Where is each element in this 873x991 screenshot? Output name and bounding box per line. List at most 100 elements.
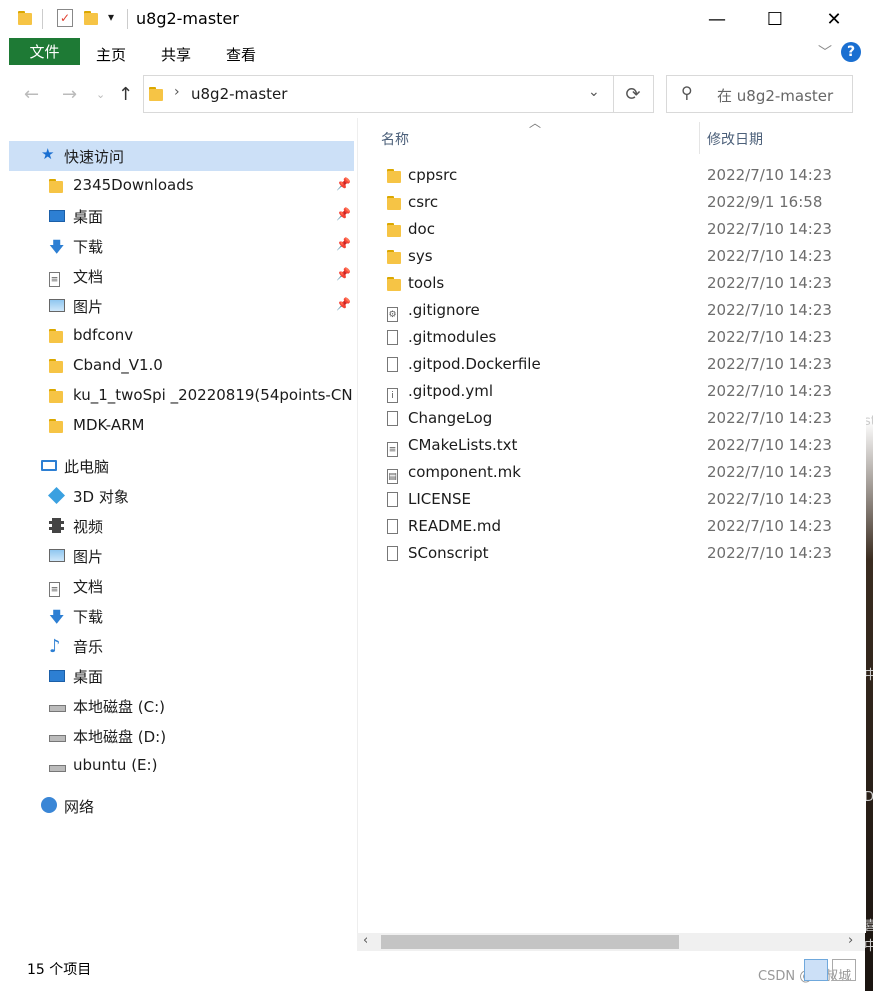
scroll-left-icon[interactable]: ‹: [363, 933, 368, 948]
new-folder-icon[interactable]: [84, 10, 98, 29]
nav-item[interactable]: 视频: [9, 511, 354, 541]
documents-icon: ≡: [49, 272, 60, 287]
videos-icon: [49, 518, 64, 533]
tab-share[interactable]: 共享: [161, 44, 191, 65]
search-icon: ⚲: [681, 83, 693, 102]
properties-icon[interactable]: ✓: [57, 9, 73, 27]
file-icon-wrapper: [387, 546, 398, 565]
address-bar[interactable]: › u8g2-master ⌄: [143, 75, 614, 113]
file-row[interactable]: ≡ CMakeLists.txt 2022/7/10 14:23: [378, 432, 863, 459]
details-view-button[interactable]: [804, 959, 828, 981]
folder-icon: [49, 388, 63, 403]
tab-home[interactable]: 主页: [96, 44, 126, 65]
folder-icon: [49, 358, 63, 373]
makefile-icon: ▤: [387, 469, 398, 484]
nav-item[interactable]: 图片 📌: [9, 291, 354, 321]
file-icon-wrapper: ▤: [387, 465, 398, 484]
nav-label: 图片: [73, 548, 104, 566]
chevron-right-icon[interactable]: ›: [174, 84, 180, 100]
scroll-right-icon[interactable]: ›: [848, 933, 853, 948]
column-header-date[interactable]: 修改日期: [707, 129, 763, 149]
nav-item[interactable]: bdfconv: [9, 321, 354, 351]
ribbon-expand-icon[interactable]: ﹀: [818, 42, 832, 62]
nav-label: 快速访问: [64, 148, 125, 166]
forward-button[interactable]: →: [62, 84, 77, 105]
nav-item[interactable]: ≡ 文档 📌: [9, 261, 354, 291]
address-path[interactable]: u8g2-master: [191, 85, 287, 103]
refresh-button[interactable]: ⟳: [613, 75, 654, 113]
nav-item[interactable]: Cband_V1.0: [9, 351, 354, 381]
file-row[interactable]: .gitpod.Dockerfile 2022/7/10 14:23: [378, 351, 863, 378]
nav-icon-wrapper: [49, 388, 63, 407]
pin-icon[interactable]: 📌: [336, 177, 351, 191]
nav-item[interactable]: 本地磁盘 (D:): [9, 721, 354, 751]
nav-item[interactable]: 桌面 📌: [9, 201, 354, 231]
nav-item[interactable]: ≡ 文档: [9, 571, 354, 601]
horizontal-scrollbar[interactable]: ‹ ›: [357, 933, 865, 951]
recent-locations-icon[interactable]: ⌄: [96, 88, 105, 101]
status-bar: 15 个项目 CSDN @五叔城: [0, 953, 865, 991]
back-button[interactable]: ←: [24, 84, 39, 105]
nav-item[interactable]: 🡇 下载: [9, 601, 354, 631]
nav-item[interactable]: ♪ 音乐: [9, 631, 354, 661]
close-button[interactable]: ✕: [805, 0, 863, 38]
nav-item[interactable]: MDK-ARM: [9, 411, 354, 441]
file-row[interactable]: ▤ component.mk 2022/7/10 14:23: [378, 459, 863, 486]
nav-label: 网络: [64, 798, 95, 816]
nav-network[interactable]: 网络: [9, 791, 354, 821]
pin-icon[interactable]: 📌: [336, 267, 351, 281]
large-icons-view-button[interactable]: [832, 959, 856, 981]
file-row[interactable]: tools 2022/7/10 14:23: [378, 270, 863, 297]
pin-icon[interactable]: 📌: [336, 297, 351, 311]
nav-quick-access[interactable]: ★ 快速访问: [9, 141, 354, 171]
column-divider[interactable]: [699, 122, 700, 154]
nav-item[interactable]: ubuntu (E:): [9, 751, 354, 781]
sort-up-icon: ︿: [529, 116, 542, 130]
nav-icon-wrapper: [49, 518, 64, 537]
up-button[interactable]: ↑: [118, 84, 133, 105]
nav-item[interactable]: 本地磁盘 (C:): [9, 691, 354, 721]
file-row[interactable]: csrc 2022/9/1 16:58: [378, 189, 863, 216]
file-row[interactable]: cppsrc 2022/7/10 14:23: [378, 162, 863, 189]
file-row[interactable]: ChangeLog 2022/7/10 14:23: [378, 405, 863, 432]
help-icon[interactable]: ?: [841, 42, 861, 62]
file-row[interactable]: .gitmodules 2022/7/10 14:23: [378, 324, 863, 351]
nav-item[interactable]: 桌面: [9, 661, 354, 691]
folder-icon: [387, 222, 401, 237]
file-row[interactable]: i .gitpod.yml 2022/7/10 14:23: [378, 378, 863, 405]
nav-item[interactable]: 🡇 下载 📌: [9, 231, 354, 261]
file-name: CMakeLists.txt: [408, 436, 518, 454]
item-count: 15 个项目: [27, 962, 92, 978]
chevron-down-icon[interactable]: ⌄: [588, 84, 600, 100]
file-name: csrc: [408, 193, 439, 211]
file-row[interactable]: ⚙ .gitignore 2022/7/10 14:23: [378, 297, 863, 324]
minimize-button[interactable]: —: [688, 0, 746, 38]
window-folder-icon: [18, 10, 32, 29]
pin-icon[interactable]: 📌: [336, 207, 351, 221]
tab-view[interactable]: 查看: [226, 44, 256, 65]
file-row[interactable]: README.md 2022/7/10 14:23: [378, 513, 863, 540]
file-date: 2022/7/10 14:23: [707, 247, 832, 265]
nav-item[interactable]: 3D 对象: [9, 481, 354, 511]
nav-this-pc[interactable]: 此电脑: [9, 451, 354, 481]
nav-item[interactable]: 图片: [9, 541, 354, 571]
quick-access-dropdown-icon[interactable]: ▾: [108, 10, 114, 24]
nav-item[interactable]: ku_1_twoSpi _20220819(54points-CNL: [9, 381, 354, 411]
nav-icon-wrapper: [49, 298, 65, 316]
maximize-button[interactable]: ☐: [746, 0, 804, 38]
pin-icon[interactable]: 📌: [336, 237, 351, 251]
file-icon-wrapper: ≡: [387, 438, 398, 457]
folder-icon: [149, 86, 163, 105]
nav-icon-wrapper: [49, 178, 63, 197]
nav-item[interactable]: 2345Downloads 📌: [9, 171, 354, 201]
column-header-name[interactable]: 名称: [381, 129, 409, 149]
desktop-icon: [49, 670, 65, 682]
file-row[interactable]: LICENSE 2022/7/10 14:23: [378, 486, 863, 513]
file-list: ︿ 名称 修改日期 cppsrc 2022/7/10 14:23 csrc 2022/…: [357, 116, 866, 933]
file-row[interactable]: SConscript 2022/7/10 14:23: [378, 540, 863, 567]
file-row[interactable]: doc 2022/7/10 14:23: [378, 216, 863, 243]
tab-file[interactable]: 文件: [9, 38, 80, 65]
file-row[interactable]: sys 2022/7/10 14:23: [378, 243, 863, 270]
search-box[interactable]: ⚲ 在 u8g2-master ...: [666, 75, 853, 124]
scrollbar-thumb[interactable]: [381, 935, 679, 949]
